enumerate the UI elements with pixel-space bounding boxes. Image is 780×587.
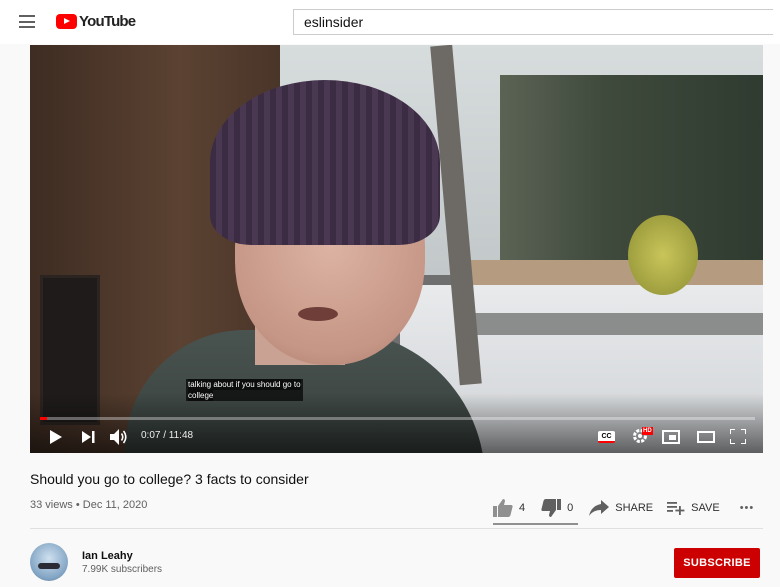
like-button[interactable]: 4 [493,499,525,517]
subscriber-count: 7.99K subscribers [82,564,163,575]
youtube-logo[interactable]: YouTube [56,13,136,30]
theater-mode-icon[interactable] [697,431,715,443]
play-icon[interactable] [50,430,62,444]
hamburger-menu-icon[interactable] [19,15,35,28]
video-title: Should you go to college? 3 facts to con… [30,471,309,487]
meta-separator: • [72,499,83,511]
more-actions-icon[interactable]: ••• [740,502,755,514]
dislike-count: 0 [567,502,574,514]
hd-badge: HD [642,427,653,435]
fullscreen-icon[interactable] [730,429,746,444]
channel-name[interactable]: Ian Leahy [82,550,133,562]
thumbs-up-icon [493,499,513,517]
subscribe-button[interactable]: SUBSCRIBE [674,548,760,578]
subtitles-icon[interactable]: CC [598,431,615,443]
masthead: YouTube [0,0,780,44]
like-count: 4 [519,502,526,514]
video-frame [30,45,763,453]
save-label: SAVE [691,502,720,514]
search-input[interactable] [293,9,773,35]
sentiment-bar-fill [493,523,578,525]
miniplayer-icon[interactable] [662,430,680,444]
upload-date: Dec 11, 2020 [82,499,148,511]
youtube-play-logo-icon [56,14,77,29]
next-video-icon[interactable] [82,431,96,443]
video-player[interactable]: talking about if you should go to colleg… [30,45,763,453]
share-arrow-icon [589,500,610,516]
time-display: 0:07 / 11:48 [141,430,194,441]
progress-played [40,417,48,420]
volume-icon[interactable] [110,429,130,445]
playlist-add-icon [667,502,685,515]
share-button[interactable]: SHARE [589,500,653,516]
channel-avatar[interactable] [30,543,68,581]
video-actions: 4 0 SHARE SAVE ••• [493,497,754,519]
divider [30,528,763,529]
view-count: 33 views [30,499,73,511]
dislike-button[interactable]: 0 [541,499,573,517]
video-meta: 33 views • Dec 11, 2020 [30,499,147,511]
logo-text: YouTube [79,13,136,30]
controls-background [30,393,763,453]
thumbs-down-icon [541,499,562,517]
sentiment-bar [493,523,578,525]
caption-line: talking about if you should go to [188,379,301,390]
progress-bar[interactable] [40,417,755,420]
share-label: SHARE [615,502,654,514]
save-button[interactable]: SAVE [667,501,720,515]
